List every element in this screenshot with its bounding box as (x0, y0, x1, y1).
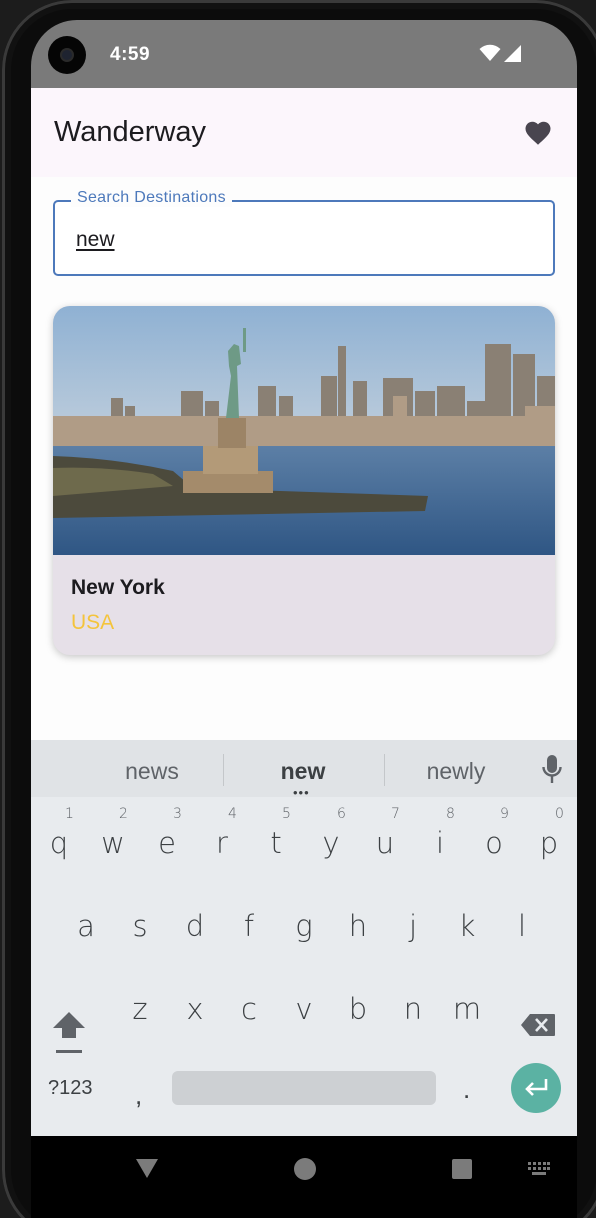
top-app-bar: Wanderway (31, 88, 577, 177)
key-e[interactable]: 3e (140, 797, 194, 873)
key-q[interactable]: 1q (32, 797, 86, 873)
back-triangle-icon[interactable] (135, 1157, 159, 1179)
enter-icon (525, 1079, 548, 1096)
suggestion-divider (384, 754, 385, 786)
space-bar[interactable] (172, 1071, 436, 1105)
key-d[interactable]: d (168, 880, 222, 956)
keyboard-switch-icon[interactable] (528, 1162, 550, 1176)
search-input[interactable]: Search Destinations new (53, 189, 555, 276)
key-c[interactable]: c (222, 963, 276, 1039)
key-p[interactable]: 0p (522, 797, 576, 873)
symbols-key[interactable]: ?123 (48, 1077, 93, 1100)
search-value[interactable]: new (76, 228, 115, 252)
destination-card[interactable]: New York USA (53, 306, 555, 655)
wifi-icon (479, 44, 501, 61)
system-navigation-bar (31, 1136, 577, 1218)
key-r[interactable]: 4r (195, 797, 249, 873)
key-n[interactable]: n (386, 963, 440, 1039)
shift-icon[interactable] (51, 1010, 87, 1056)
app-content: Wanderway Search Destinations new New Yo… (31, 88, 577, 740)
suggestion-new[interactable]: new (233, 758, 373, 785)
key-x[interactable]: x (168, 963, 222, 1039)
destination-country: USA (71, 611, 115, 634)
search-label: Search Destinations (71, 189, 232, 207)
home-circle-icon[interactable] (294, 1158, 316, 1180)
key-v[interactable]: v (277, 963, 331, 1039)
microphone-icon[interactable] (542, 755, 562, 785)
suggestion-divider (223, 754, 224, 786)
backspace-icon[interactable] (520, 1013, 556, 1037)
key-o[interactable]: 9o (467, 797, 521, 873)
key-i[interactable]: 8i (413, 797, 467, 873)
system-icons (479, 44, 521, 62)
front-camera (48, 36, 86, 74)
key-f[interactable]: f (222, 880, 276, 956)
key-z[interactable]: z (113, 963, 167, 1039)
key-g[interactable]: g (277, 880, 331, 956)
comma-key[interactable]: , (135, 1080, 142, 1111)
key-h[interactable]: h (331, 880, 385, 956)
key-k[interactable]: k (440, 880, 494, 956)
suggestion-newly[interactable]: newly (386, 758, 526, 785)
key-y[interactable]: 6y (304, 797, 358, 873)
key-t[interactable]: 5t (249, 797, 303, 873)
onscreen-keyboard: news new ••• newly 1q 2w 3e 4r 5t 6y 7u … (31, 740, 577, 1136)
destination-photo (53, 306, 555, 555)
key-u[interactable]: 7u (358, 797, 412, 873)
more-suggestions-dots[interactable]: ••• (293, 786, 310, 799)
key-b[interactable]: b (331, 963, 385, 1039)
key-m[interactable]: m (440, 963, 494, 1039)
phone-screen: 4:59 Wanderway Search Destinations new N… (31, 20, 577, 1218)
status-time: 4:59 (110, 44, 151, 65)
period-key[interactable]: . (463, 1074, 470, 1105)
key-w[interactable]: 2w (86, 797, 140, 873)
enter-key[interactable] (511, 1063, 561, 1113)
heart-icon[interactable] (523, 118, 553, 148)
key-s[interactable]: s (113, 880, 167, 956)
status-bar: 4:59 (31, 20, 577, 88)
app-title: Wanderway (54, 116, 207, 148)
key-l[interactable]: l (495, 880, 549, 956)
destination-name: New York (71, 576, 165, 599)
key-a[interactable]: a (59, 880, 113, 956)
suggestion-strip: news new ••• newly (31, 740, 577, 799)
cellular-signal-icon (504, 45, 521, 62)
key-j[interactable]: j (386, 880, 440, 956)
suggestion-news[interactable]: news (82, 758, 222, 785)
recents-square-icon[interactable] (452, 1159, 472, 1179)
